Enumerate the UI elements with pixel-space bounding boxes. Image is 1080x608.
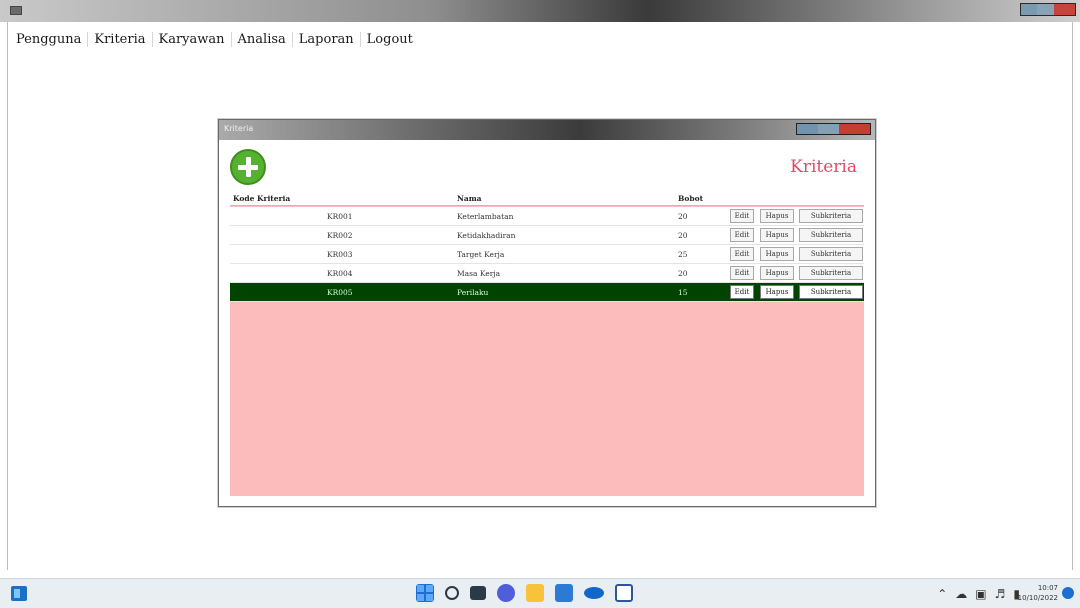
app-titlebar: [0, 0, 1080, 22]
system-tray: ⌃ ☁ ▣ ♬ ▮: [937, 587, 1020, 601]
cell-kode: KR002: [327, 231, 353, 240]
store-app-icon[interactable]: [555, 584, 573, 602]
window-border-right: [1072, 22, 1073, 570]
child-minimize-button[interactable]: [797, 124, 818, 134]
column-header-bobot[interactable]: Bobot: [678, 194, 703, 203]
column-header-kode[interactable]: Kode Kriteria: [233, 194, 290, 203]
edit-button[interactable]: Edit: [730, 285, 754, 299]
window-controls: [1020, 3, 1076, 16]
cell-kode: KR003: [327, 250, 353, 259]
cell-bobot: 20: [678, 269, 688, 278]
speaker-icon[interactable]: ♬: [995, 587, 1006, 601]
infinity-app-icon[interactable]: [584, 587, 604, 599]
menu-item-analisa[interactable]: Analisa: [232, 31, 293, 47]
menu-bar: Pengguna Kriteria Karyawan Analisa Lapor…: [10, 28, 419, 50]
hapus-button[interactable]: Hapus: [760, 285, 794, 299]
cell-bobot: 20: [678, 231, 688, 240]
cell-nama: Keterlambatan: [457, 212, 514, 221]
edit-button[interactable]: Edit: [730, 247, 754, 261]
kriteria-grid: Kode Kriteria Nama Bobot KR001 Keterlamb…: [230, 191, 864, 496]
window-border-left: [7, 22, 8, 570]
edit-button[interactable]: Edit: [730, 209, 754, 223]
child-window-controls: [796, 123, 871, 135]
running-app-icon[interactable]: [615, 584, 633, 602]
subkriteria-button[interactable]: Subkriteria: [799, 209, 863, 223]
menu-item-laporan[interactable]: Laporan: [293, 31, 361, 47]
widgets-icon[interactable]: [11, 586, 27, 601]
app-icon: [10, 6, 22, 15]
search-icon[interactable]: [445, 586, 459, 600]
subkriteria-button[interactable]: Subkriteria: [799, 228, 863, 242]
plus-icon-bar: [238, 164, 258, 170]
cell-bobot: 20: [678, 212, 688, 221]
subkriteria-button[interactable]: Subkriteria: [799, 247, 863, 261]
file-explorer-icon[interactable]: [526, 584, 544, 602]
form-heading: Kriteria: [790, 157, 857, 177]
edit-button[interactable]: Edit: [730, 266, 754, 280]
cell-nama: Target Kerja: [457, 250, 505, 259]
cell-nama: Masa Kerja: [457, 269, 501, 278]
edit-button[interactable]: Edit: [730, 228, 754, 242]
menu-item-pengguna[interactable]: Pengguna: [10, 31, 89, 47]
table-row[interactable]: KR004 Masa Kerja 20 Edit Hapus Subkriter…: [230, 264, 864, 283]
kriteria-window: Kriteria Kriteria Kode Kriteria Nama Bob…: [218, 119, 876, 507]
clock[interactable]: 10:07 10/10/2022: [1018, 583, 1058, 603]
cell-bobot: 15: [678, 288, 688, 297]
start-icon[interactable]: [416, 584, 434, 602]
cloud-icon[interactable]: ☁: [955, 587, 967, 601]
cell-kode: KR001: [327, 212, 353, 221]
cell-bobot: 25: [678, 250, 688, 259]
subkriteria-button[interactable]: Subkriteria: [799, 266, 863, 280]
column-header-nama[interactable]: Nama: [457, 194, 482, 203]
subkriteria-button[interactable]: Subkriteria: [799, 285, 863, 299]
clock-time: 10:07: [1037, 584, 1058, 592]
cell-nama: Perilaku: [457, 288, 489, 297]
child-window-title: Kriteria: [224, 124, 254, 133]
chevron-up-icon[interactable]: ⌃: [937, 587, 947, 601]
maximize-button[interactable]: [1037, 4, 1054, 15]
menu-item-karyawan[interactable]: Karyawan: [153, 31, 232, 47]
table-row[interactable]: KR001 Keterlambatan 20 Edit Hapus Subkri…: [230, 207, 864, 226]
menu-item-logout[interactable]: Logout: [361, 32, 419, 47]
network-icon[interactable]: ▣: [975, 587, 986, 601]
chat-icon[interactable]: [497, 584, 515, 602]
hapus-button[interactable]: Hapus: [760, 247, 794, 261]
hapus-button[interactable]: Hapus: [760, 209, 794, 223]
add-kriteria-button[interactable]: [230, 149, 266, 185]
cell-kode: KR005: [327, 288, 353, 297]
table-row[interactable]: KR003 Target Kerja 25 Edit Hapus Subkrit…: [230, 245, 864, 264]
notification-icon[interactable]: [1062, 587, 1074, 599]
grid-header: Kode Kriteria Nama Bobot: [230, 191, 864, 206]
hapus-button[interactable]: Hapus: [760, 228, 794, 242]
child-titlebar: Kriteria: [219, 120, 875, 140]
clock-date: 10/10/2022: [1017, 594, 1058, 602]
taskbar: ⌃ ☁ ▣ ♬ ▮ 10:07 10/10/2022: [0, 578, 1080, 608]
taskbar-apps: [416, 584, 633, 602]
table-row-selected[interactable]: KR005 Perilaku 15 Edit Hapus Subkriteria: [230, 283, 864, 302]
close-button[interactable]: [1053, 4, 1075, 15]
menu-item-kriteria[interactable]: Kriteria: [88, 31, 153, 47]
cell-kode: KR004: [327, 269, 353, 278]
task-view-icon[interactable]: [470, 586, 486, 600]
child-maximize-button[interactable]: [817, 124, 839, 134]
child-close-button[interactable]: [838, 124, 870, 134]
table-row[interactable]: KR002 Ketidakhadiran 20 Edit Hapus Subkr…: [230, 226, 864, 245]
minimize-button[interactable]: [1021, 4, 1038, 15]
cell-nama: Ketidakhadiran: [457, 231, 516, 240]
hapus-button[interactable]: Hapus: [760, 266, 794, 280]
